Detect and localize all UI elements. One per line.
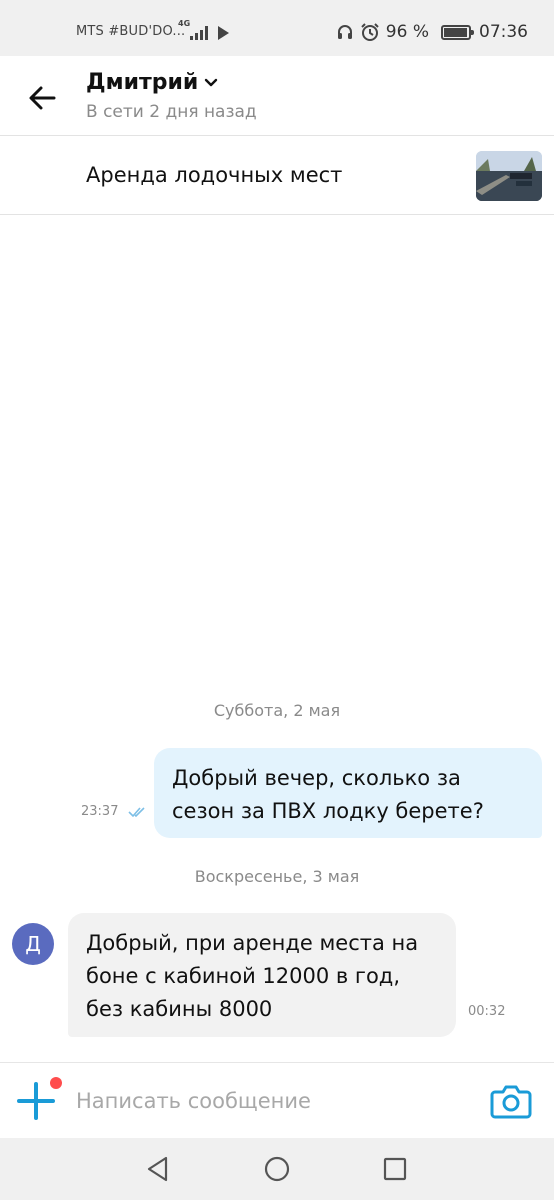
outgoing-message-text: Добрый вечер, сколько за сезон за ПВХ ло… bbox=[172, 766, 484, 823]
message-composer bbox=[0, 1062, 554, 1138]
incoming-message-time: 00:32 bbox=[468, 1004, 506, 1019]
carrier-label: MTS #BUD'DO... bbox=[76, 24, 186, 39]
date-separator: Воскресенье, 3 мая bbox=[194, 867, 360, 886]
clock: 07:36 bbox=[479, 22, 528, 42]
outgoing-message-time: 23:37 bbox=[81, 804, 119, 819]
notification-dot bbox=[50, 1077, 62, 1089]
listing-thumbnail bbox=[476, 151, 542, 201]
status-right: 96 % 07:36 bbox=[336, 22, 528, 42]
play-icon bbox=[218, 26, 229, 40]
avatar-letter: Д bbox=[25, 932, 41, 956]
date-separator: Суббота, 2 мая bbox=[213, 701, 341, 720]
camera-icon[interactable] bbox=[490, 1081, 532, 1121]
plus-icon[interactable] bbox=[16, 1081, 56, 1121]
contact-name-button[interactable]: Дмитрий bbox=[86, 70, 218, 95]
signal-icon bbox=[190, 24, 212, 40]
alarm-icon bbox=[361, 23, 379, 41]
avatar[interactable]: Д bbox=[12, 923, 54, 965]
chevron-down-icon bbox=[205, 78, 218, 86]
battery-percent: 96 % bbox=[385, 22, 429, 42]
contact-last-seen: В сети 2 дня назад bbox=[86, 102, 257, 122]
status-bar: MTS #BUD'DO... 4G 96 % 07:36 bbox=[0, 0, 554, 56]
back-arrow-icon[interactable] bbox=[26, 82, 58, 114]
nav-home-icon[interactable] bbox=[263, 1155, 291, 1183]
incoming-message-bubble[interactable]: Добрый, при аренде места на боне с кабин… bbox=[68, 913, 456, 1037]
outgoing-message-bubble[interactable]: Добрый вечер, сколько за сезон за ПВХ ло… bbox=[154, 748, 542, 838]
nav-recents-icon[interactable] bbox=[381, 1155, 409, 1183]
chat-header: Дмитрий В сети 2 дня назад bbox=[0, 56, 554, 136]
message-input[interactable] bbox=[74, 1083, 474, 1119]
listing-title: Аренда лодочных мест bbox=[86, 163, 343, 187]
contact-name: Дмитрий bbox=[86, 70, 199, 95]
nav-back-icon[interactable] bbox=[144, 1155, 172, 1183]
listing-banner[interactable]: Аренда лодочных мест bbox=[0, 136, 554, 215]
system-nav-bar bbox=[0, 1138, 554, 1200]
headphones-icon bbox=[337, 25, 352, 39]
incoming-message-text: Добрый, при аренде места на боне с кабин… bbox=[86, 931, 419, 1021]
read-double-check-icon bbox=[128, 807, 145, 818]
network-type-label: 4G bbox=[178, 19, 191, 28]
battery-icon bbox=[441, 24, 474, 40]
